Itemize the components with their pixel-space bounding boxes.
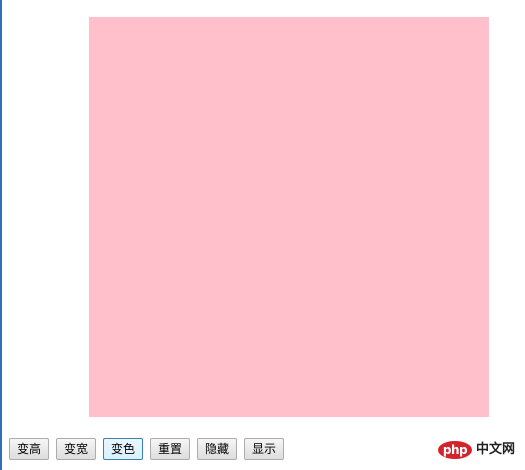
hide-button[interactable]: 隐藏 [197,438,237,460]
php-logo: php [437,441,472,459]
grow-width-button[interactable]: 变宽 [56,438,96,460]
grow-height-button[interactable]: 变高 [9,438,49,460]
window-left-edge [0,0,2,470]
page: 变高 变宽 变色 重置 隐藏 显示 php 中文网 [0,0,525,470]
php-cn-watermark: php 中文网 [437,440,515,460]
show-button[interactable]: 显示 [244,438,284,460]
php-logo-text: 中文网 [475,442,515,457]
reset-button[interactable]: 重置 [150,438,190,460]
demo-box [89,17,489,417]
button-bar: 变高 变宽 变色 重置 隐藏 显示 [9,438,284,460]
change-color-button[interactable]: 变色 [103,438,143,460]
